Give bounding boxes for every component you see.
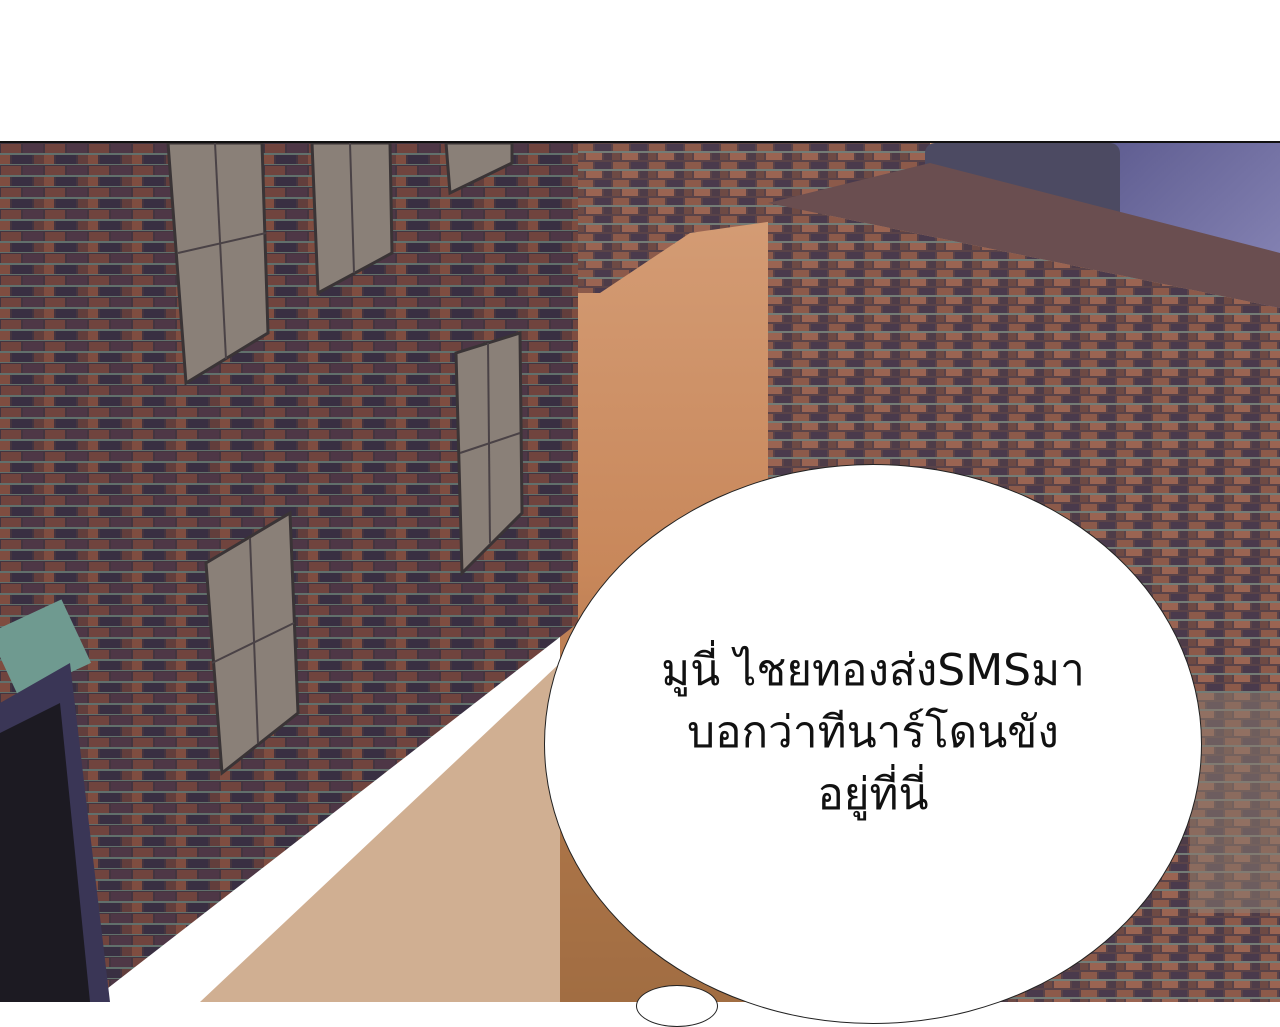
page-top-margin [0, 0, 1280, 141]
speech-line: อยู่ที่นี่ [817, 769, 929, 820]
speech-bubble-text: มูนี่ ไชยทองส่งSMSมา บอกว่าทีนาร์โดนขัง … [560, 640, 1186, 826]
speech-line: มูนี่ ไชยทองส่งSMSมา [661, 645, 1085, 696]
speech-line: บอกว่าทีนาร์โดนขัง [687, 707, 1059, 758]
speech-bubble-tail [636, 985, 718, 1027]
